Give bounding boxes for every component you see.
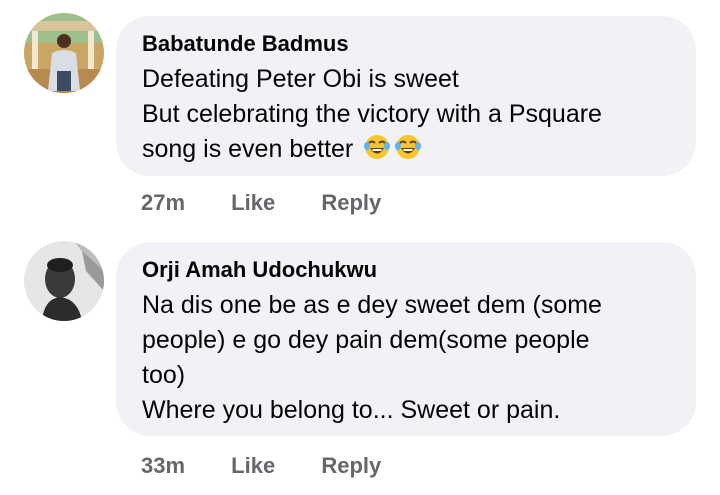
comment-text-line: But celebrating the victory with a Psqua…: [142, 100, 602, 128]
comment-text-line: Defeating Peter Obi is sweet: [142, 65, 459, 93]
tears-of-joy-emoji-icon: [364, 135, 391, 159]
like-button[interactable]: Like: [231, 189, 275, 217]
comment-actions: 27m Like Reply: [141, 189, 381, 217]
comment-actions: 33m Like Reply: [141, 452, 381, 480]
comment-text-line: people) e go dey pain dem(some people: [142, 326, 590, 354]
comment-timestamp[interactable]: 33m: [141, 452, 185, 480]
comment-author[interactable]: Babatunde Badmus: [142, 30, 672, 58]
avatar-photo-icon: [24, 13, 104, 93]
tears-of-joy-emoji-icon: [395, 135, 422, 159]
comment-bubble: Babatunde Badmus Defeating Peter Obi is …: [116, 16, 696, 176]
avatar[interactable]: [24, 241, 104, 321]
reply-button[interactable]: Reply: [321, 189, 381, 217]
comment-text-fragment: song is even better: [142, 135, 354, 163]
reply-button[interactable]: Reply: [321, 452, 381, 480]
avatar-photo-icon: [24, 241, 104, 321]
comment-text-line: song is even better: [142, 132, 672, 167]
comment-timestamp[interactable]: 27m: [141, 189, 185, 217]
comment-text-line: too): [142, 361, 186, 389]
comment-text-line: Where you belong to... Sweet or pain.: [142, 396, 561, 424]
comment-author[interactable]: Orji Amah Udochukwu: [142, 256, 672, 284]
comment-text-line: Na dis one be as e dey sweet dem (some: [142, 291, 602, 319]
like-button[interactable]: Like: [231, 452, 275, 480]
comment-bubble: Orji Amah Udochukwu Na dis one be as e d…: [116, 242, 696, 436]
avatar[interactable]: [24, 13, 104, 93]
